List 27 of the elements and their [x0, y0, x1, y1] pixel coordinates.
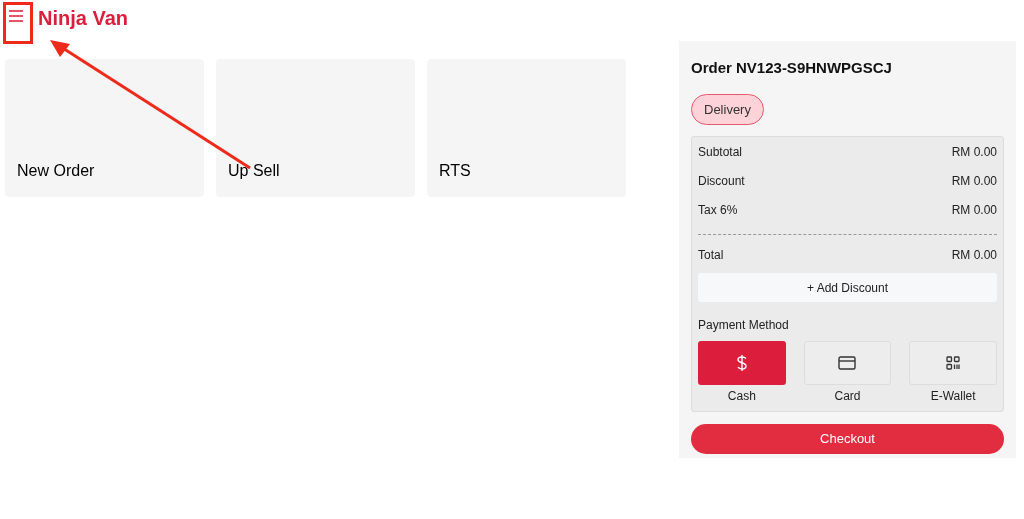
order-title: Order NV123-S9HNWPGSCJ [691, 58, 893, 78]
summary-label: Total [698, 247, 724, 264]
summary-label: Subtotal [698, 143, 743, 161]
payment-method-label: Payment Method [698, 317, 790, 334]
payment-option-label: Cash [727, 388, 756, 405]
menu-icon[interactable] [8, 9, 24, 23]
order-type-tag: Delivery [691, 93, 764, 125]
qr-code-icon [946, 356, 961, 370]
summary-value: RM 0.00 [951, 201, 997, 219]
summary-label: Discount [698, 172, 745, 190]
action-tile[interactable]: Up Sell [216, 59, 415, 197]
highlight-box [3, 2, 33, 44]
action-tile[interactable]: New Order [5, 59, 204, 197]
summary-label: Tax 6% [698, 201, 738, 219]
checkout-button[interactable]: Checkout [691, 424, 1004, 454]
brand-name: Ninja Van [38, 6, 129, 31]
payment-option-label: E-Wallet [930, 388, 976, 405]
payment-option-label: Card [834, 388, 861, 405]
add-discount-button[interactable]: + Add Discount [698, 273, 997, 302]
payment-option-button[interactable] [909, 341, 997, 385]
summary-value: RM 0.00 [951, 247, 997, 264]
dollar-icon [735, 354, 748, 372]
summary-value: RM 0.00 [951, 172, 997, 190]
payment-option-button[interactable] [803, 341, 892, 385]
card-icon [838, 356, 857, 370]
summary-value: RM 0.00 [951, 143, 997, 161]
action-tile[interactable]: RTS [427, 59, 626, 197]
